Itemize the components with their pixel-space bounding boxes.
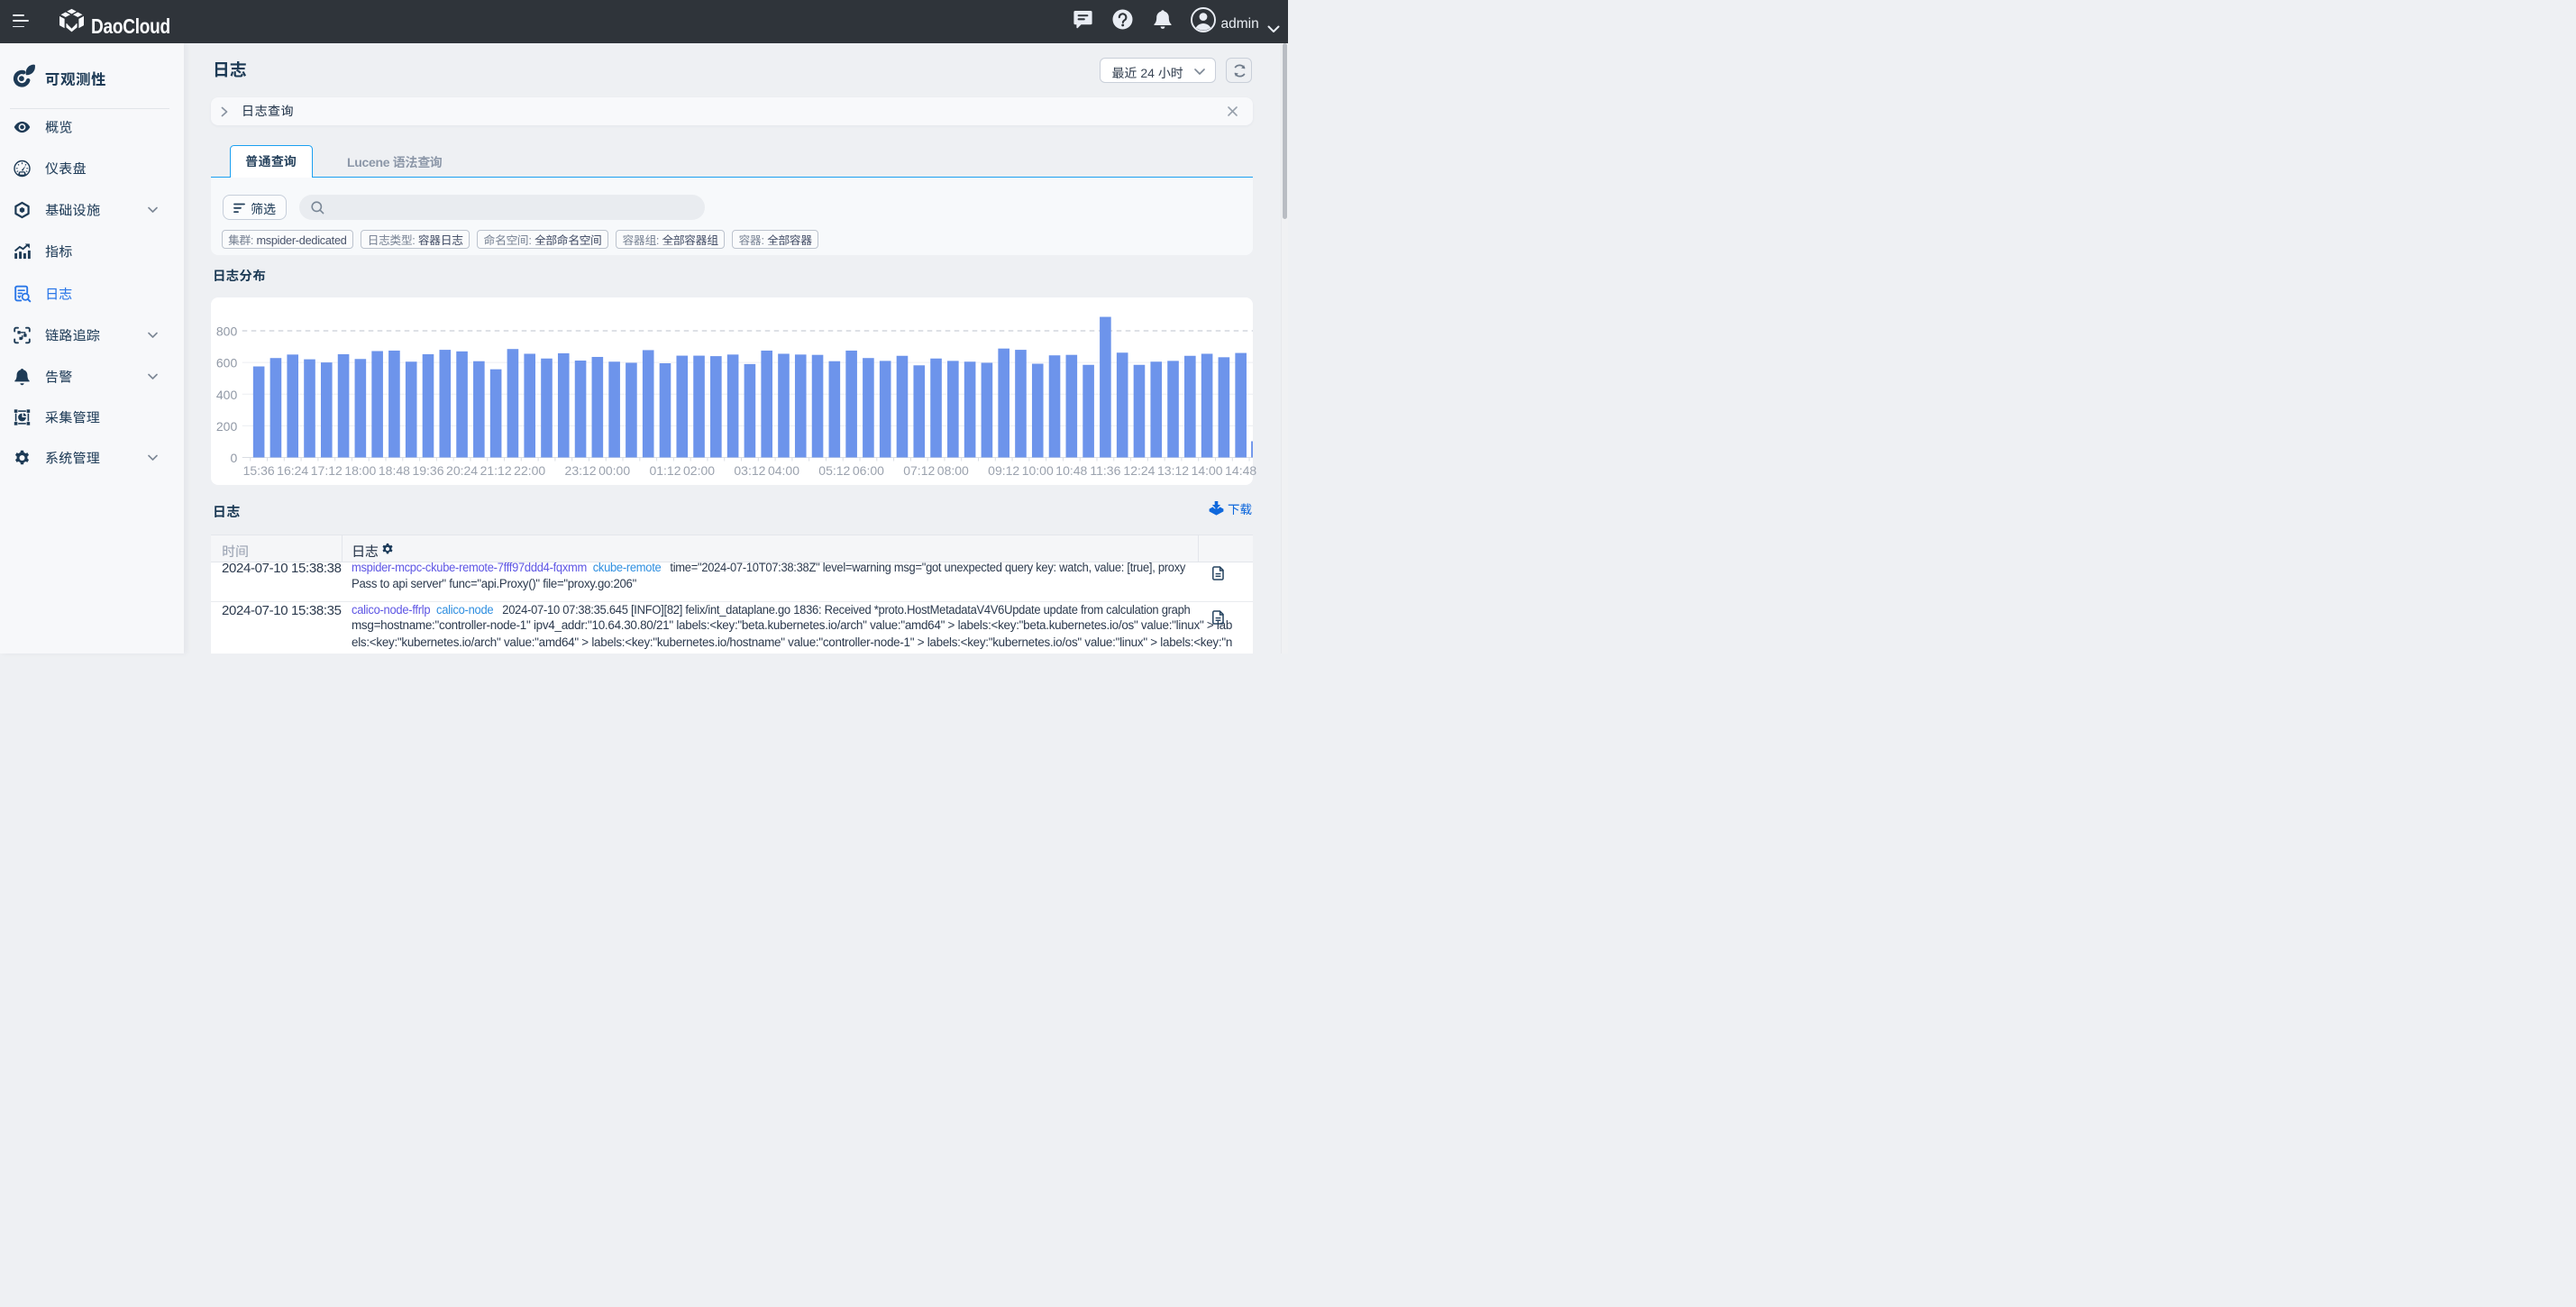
svg-text:05:12: 05:12	[818, 462, 850, 480]
svg-text:400: 400	[216, 386, 238, 404]
svg-text:20:24: 20:24	[446, 462, 478, 480]
svg-text:10:00: 10:00	[1022, 462, 1054, 480]
svg-text:13:12: 13:12	[1157, 462, 1189, 480]
svg-text:800: 800	[216, 323, 238, 341]
svg-text:02:00: 02:00	[683, 462, 715, 480]
svg-text:08:00: 08:00	[937, 462, 969, 480]
svg-text:23:12: 23:12	[565, 462, 597, 480]
svg-text:19:36: 19:36	[412, 462, 443, 480]
svg-text:18:48: 18:48	[379, 462, 410, 480]
svg-text:12:24: 12:24	[1123, 462, 1155, 480]
svg-text:07:12: 07:12	[903, 462, 935, 480]
svg-text:03:12: 03:12	[734, 462, 765, 480]
svg-text:06:00: 06:00	[853, 462, 884, 480]
svg-text:14:48: 14:48	[1225, 462, 1256, 480]
svg-text:600: 600	[216, 354, 238, 372]
svg-text:0: 0	[230, 449, 237, 467]
svg-text:16:24: 16:24	[277, 462, 308, 480]
svg-text:00:00: 00:00	[598, 462, 630, 480]
svg-text:18:00: 18:00	[344, 462, 376, 480]
svg-text:14:00: 14:00	[1192, 462, 1223, 480]
svg-text:22:00: 22:00	[514, 462, 545, 480]
svg-text:17:12: 17:12	[311, 462, 343, 480]
svg-text:11:36: 11:36	[1090, 462, 1120, 480]
svg-text:10:48: 10:48	[1055, 462, 1087, 480]
svg-text:200: 200	[216, 417, 238, 435]
svg-text:01:12: 01:12	[649, 462, 681, 480]
svg-text:21:12: 21:12	[480, 462, 512, 480]
svg-text:09:12: 09:12	[988, 462, 1019, 480]
svg-text:15:36: 15:36	[243, 462, 275, 480]
svg-text:04:00: 04:00	[768, 462, 799, 480]
